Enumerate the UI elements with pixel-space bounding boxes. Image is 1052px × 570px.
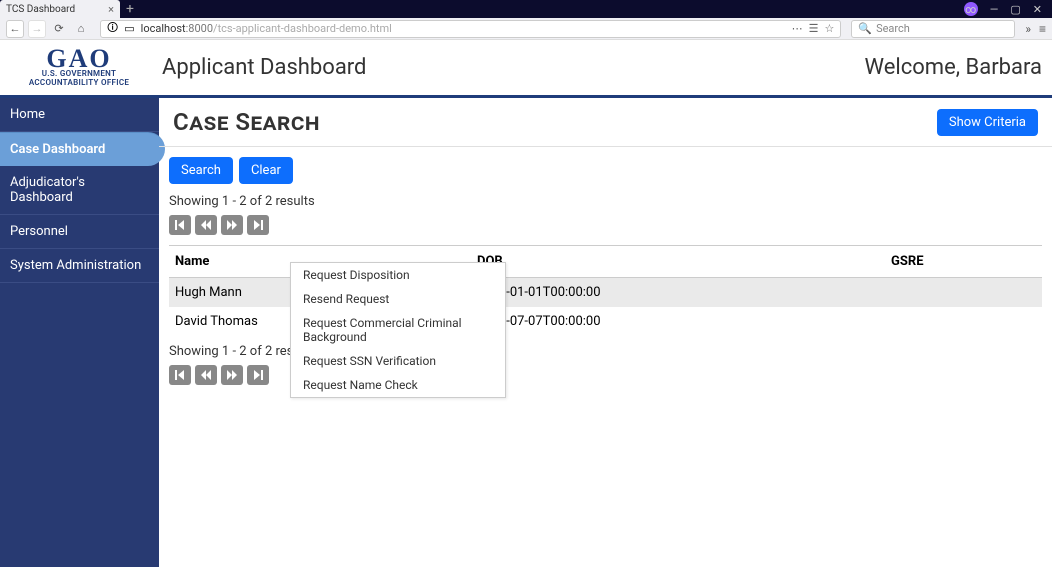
close-window-icon[interactable]: ✕ [1033, 3, 1042, 16]
menu-request-name-check[interactable]: Request Name Check [291, 373, 505, 397]
tab-title: TCS Dashboard [6, 4, 108, 15]
cell-gsre [885, 307, 1042, 336]
menu-request-criminal-bg[interactable]: Request Commercial Criminal Background [291, 311, 505, 349]
forward-button[interactable]: → [28, 20, 46, 38]
back-button[interactable]: ← [6, 20, 24, 38]
results-summary-top: Showing 1 - 2 of 2 results [159, 190, 1052, 213]
cell-dob: 1987-07-07T00:00:00 [471, 307, 885, 336]
pager-prev-icon[interactable] [195, 215, 217, 235]
search-placeholder: Search [876, 22, 910, 35]
sidebar-item-sysadmin[interactable]: System Administration [0, 249, 159, 283]
minimize-icon[interactable]: — [990, 3, 999, 16]
pager-top [159, 213, 1052, 241]
action-row: Search Clear [159, 147, 1052, 190]
home-button[interactable]: ⌂ [72, 20, 90, 38]
tab-strip: TCS Dashboard × + [0, 0, 134, 18]
lock-icon: ▭ [124, 22, 134, 35]
new-tab-icon[interactable]: + [126, 1, 134, 17]
url-path: /tcs-applicant-dashboard-demo.html [213, 22, 392, 35]
sidebar-item-personnel[interactable]: Personnel [0, 215, 159, 249]
url-action-icons: ⋯ ☰ ☆ [792, 22, 835, 35]
menu-resend-request[interactable]: Resend Request [291, 287, 505, 311]
shield-icon: 🛈 [107, 19, 118, 38]
cell-dob: 1999-01-01T00:00:00 [471, 278, 885, 308]
reload-button[interactable]: ⟳ [50, 20, 68, 38]
logo-line2: ACCOUNTABILITY OFFICE [29, 79, 129, 88]
pager-next-icon[interactable] [221, 215, 243, 235]
app-header: GAO U.S. GOVERNMENT ACCOUNTABILITY OFFIC… [0, 40, 1052, 98]
sidebar-item-adjudicator[interactable]: Adjudicator's Dashboard [0, 166, 159, 215]
pager-next-icon[interactable] [221, 365, 243, 385]
url-port: :8000 [186, 22, 213, 35]
page-title: Case Search [173, 108, 320, 136]
sidebar-item-case-dashboard[interactable]: Case Dashboard [0, 132, 165, 166]
browser-toolbar: ← → ⟳ ⌂ 🛈 ▭ localhost:8000/tcs-applicant… [0, 18, 1052, 40]
url-bar[interactable]: 🛈 ▭ localhost:8000/tcs-applicant-dashboa… [100, 20, 841, 38]
clear-button[interactable]: Clear [239, 157, 293, 184]
page-header: Case Search Show Criteria [159, 98, 1052, 147]
browser-tab[interactable]: TCS Dashboard × [0, 0, 120, 18]
column-gsre[interactable]: GSRE [885, 246, 1042, 278]
more-icon[interactable]: ⋯ [792, 22, 803, 35]
reader-icon[interactable]: ☰ [809, 22, 819, 35]
browser-titlebar: TCS Dashboard × + ∞ — ▢ ✕ [0, 0, 1052, 18]
sidebar: Home Case Dashboard Adjudicator's Dashbo… [0, 98, 159, 567]
maximize-icon[interactable]: ▢ [1010, 3, 1020, 16]
cell-gsre [885, 278, 1042, 308]
search-icon: 🔍 [858, 22, 872, 35]
tab-close-icon[interactable]: × [108, 3, 114, 16]
browser-search-input[interactable]: 🔍 Search [851, 20, 1015, 38]
pager-last-icon[interactable] [247, 215, 269, 235]
show-criteria-button[interactable]: Show Criteria [937, 109, 1038, 136]
app-title: Applicant Dashboard [162, 55, 366, 80]
pager-last-icon[interactable] [247, 365, 269, 385]
logo: GAO U.S. GOVERNMENT ACCOUNTABILITY OFFIC… [6, 47, 152, 88]
context-menu: Request Disposition Resend Request Reque… [290, 262, 506, 398]
toolbar-right-icons: » ≡ [1025, 22, 1046, 36]
welcome-text: Welcome, Barbara [865, 55, 1042, 80]
overflow-icon[interactable]: » [1025, 22, 1031, 36]
menu-request-disposition[interactable]: Request Disposition [291, 263, 505, 287]
extension-badge-icon[interactable]: ∞ [964, 2, 978, 16]
pager-prev-icon[interactable] [195, 365, 217, 385]
pager-first-icon[interactable] [169, 215, 191, 235]
search-button[interactable]: Search [169, 157, 233, 184]
pager-first-icon[interactable] [169, 365, 191, 385]
column-dob[interactable]: DOB [471, 246, 885, 278]
logo-acronym: GAO [46, 47, 111, 70]
hamburger-icon[interactable]: ≡ [1039, 22, 1046, 36]
bookmark-icon[interactable]: ☆ [824, 22, 834, 35]
main-layout: Home Case Dashboard Adjudicator's Dashbo… [0, 98, 1052, 567]
url-host: localhost [141, 22, 186, 35]
sidebar-item-home[interactable]: Home [0, 98, 159, 132]
menu-request-ssn-verification[interactable]: Request SSN Verification [291, 349, 505, 373]
window-controls: ∞ — ▢ ✕ [964, 2, 1052, 16]
